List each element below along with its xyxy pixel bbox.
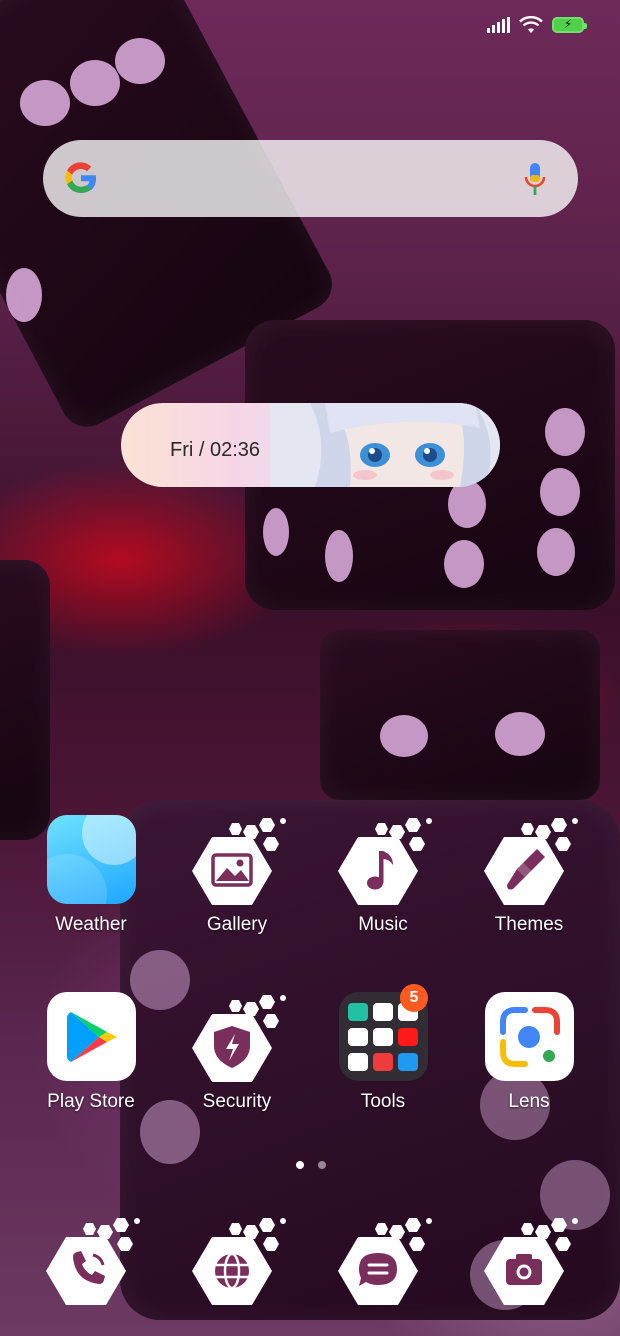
anime-character-art xyxy=(270,403,500,487)
google-g-icon xyxy=(65,162,97,194)
status-bar: ⚡ xyxy=(487,16,587,34)
cell-signal-icon xyxy=(487,17,510,33)
app-label: Music xyxy=(358,914,408,935)
page-dot-active[interactable] xyxy=(296,1161,304,1169)
battery-charging-icon: ⚡ xyxy=(552,17,587,33)
app-label: Lens xyxy=(508,1091,550,1112)
page-dot[interactable] xyxy=(318,1161,326,1169)
app-label: Tools xyxy=(360,1091,406,1112)
google-search-bar[interactable] xyxy=(43,140,578,217)
app-label: Weather xyxy=(55,914,127,935)
weather-icon xyxy=(47,815,136,904)
shield-bolt-icon xyxy=(192,995,286,1082)
clock-widget[interactable]: Fri / 02:36 xyxy=(121,403,500,487)
app-label: Play Store xyxy=(47,1091,135,1112)
page-indicator xyxy=(296,1161,326,1169)
message-icon xyxy=(338,1218,432,1305)
notification-badge: 5 xyxy=(400,984,428,1012)
wifi-icon xyxy=(519,16,543,33)
music-note-icon xyxy=(338,818,432,905)
lens-icon xyxy=(485,992,574,1081)
app-label: Themes xyxy=(494,914,564,935)
clock-time: Fri / 02:36 xyxy=(170,439,261,461)
app-label: Security xyxy=(202,1091,272,1112)
microphone-icon[interactable] xyxy=(524,162,546,196)
play-store-icon xyxy=(47,992,136,1081)
gallery-icon xyxy=(192,818,286,905)
paintbrush-icon xyxy=(484,818,578,905)
app-label: Gallery xyxy=(206,914,268,935)
phone-icon xyxy=(46,1218,140,1305)
globe-icon xyxy=(192,1218,286,1305)
camera-icon xyxy=(484,1218,578,1305)
